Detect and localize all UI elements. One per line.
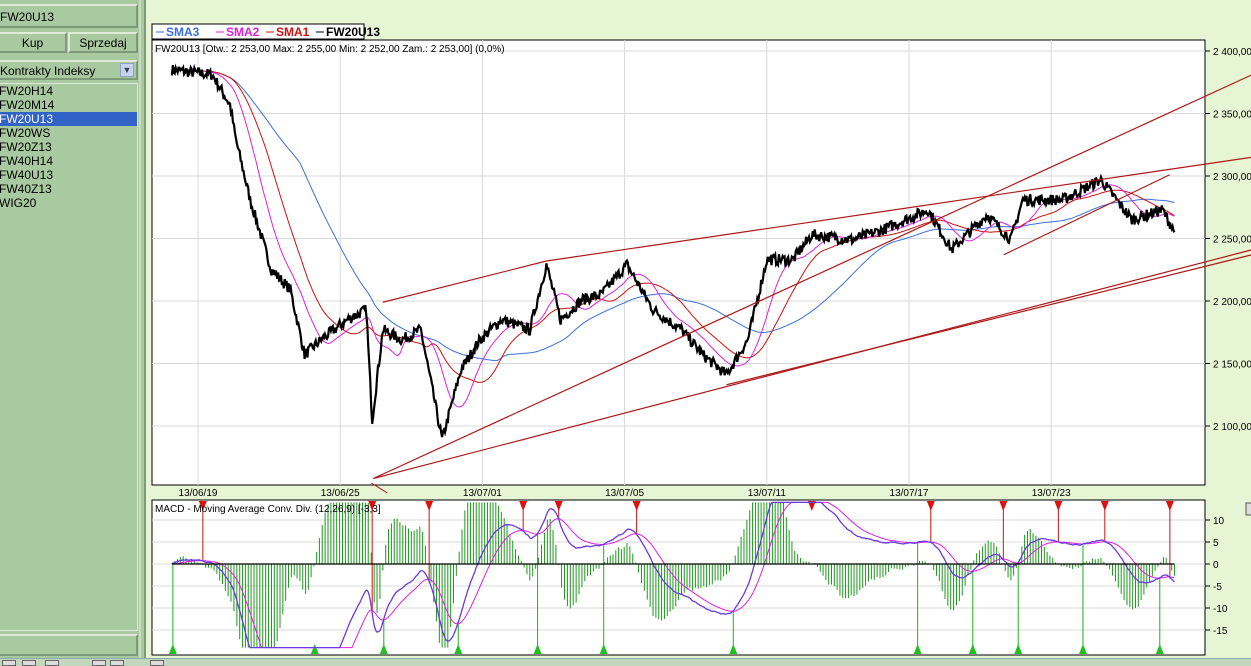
panel-close-button[interactable] — [1245, 502, 1251, 516]
x-tick-label: 13/07/17 — [890, 488, 929, 499]
buy-button[interactable]: Kup — [0, 32, 67, 53]
toolbar-button[interactable] — [92, 660, 106, 666]
chart-area: SMA3 SMA2 SMA1 FW20U13 2 400,00 2 350,00 2 300… — [144, 0, 1251, 658]
x-tick-label: 13/07/01 — [463, 488, 502, 499]
macd-title: MACD - Moving Average Conv. Div. (12,26,… — [155, 504, 381, 515]
toolbar-button[interactable] — [150, 660, 164, 666]
chart-canvas[interactable]: SMA3 SMA2 SMA1 FW20U13 2 400,00 2 350,00 2 300… — [146, 0, 1251, 658]
macd-tick-label: 0 — [1213, 560, 1219, 571]
sell-button[interactable]: Sprzedaj — [68, 32, 138, 53]
instrument-item[interactable]: FW20WS — [0, 126, 137, 140]
instrument-title: FW20U13 — [0, 4, 138, 28]
legend-item: SMA2 — [226, 25, 260, 39]
bottom-toolbar — [0, 658, 1251, 666]
y-tick-label: 2 200,00 — [1213, 297, 1251, 308]
y-tick-label: 2 150,00 — [1213, 360, 1251, 371]
price-info: FW20U13 [Otw.: 2 253,00 Max: 2 255,00 Mi… — [155, 44, 505, 55]
y-tick-label: 2 350,00 — [1213, 110, 1251, 121]
legend-item: SMA3 — [166, 25, 200, 39]
x-tick-label: 13/06/25 — [321, 488, 360, 499]
macd-tick-label: -5 — [1213, 582, 1222, 593]
category-value: Kontrakty Indeksy — [0, 64, 96, 78]
price-plot-area — [151, 39, 1206, 486]
x-tick-label: 13/07/05 — [605, 488, 644, 499]
chevron-down-icon[interactable]: ▼ — [120, 63, 134, 77]
instrument-panel: FW20U13 Kup Sprzedaj Kontrakty Indeksy ▼ … — [0, 0, 141, 658]
instrument-item[interactable]: WIG20 — [0, 196, 137, 210]
panel-footer — [0, 634, 138, 656]
legend-item: FW20U13 — [326, 25, 380, 39]
y-tick-label: 2 300,00 — [1213, 172, 1251, 183]
instrument-item[interactable]: FW40H14 — [0, 154, 137, 168]
toolbar-button[interactable] — [110, 660, 124, 666]
toolbar-button[interactable] — [45, 660, 59, 666]
legend: SMA3 SMA2 SMA1 FW20U13 — [151, 23, 380, 40]
category-select[interactable]: Kontrakty Indeksy ▼ — [0, 60, 138, 80]
y-tick-label: 2 250,00 — [1213, 235, 1251, 246]
x-tick-label: 13/07/23 — [1032, 488, 1071, 499]
instrument-item[interactable]: FW40Z13 — [0, 182, 137, 196]
toolbar-button[interactable] — [2, 660, 16, 666]
macd-tick-label: -10 — [1213, 604, 1228, 615]
macd-tick-label: 5 — [1213, 538, 1219, 549]
y-tick-label: 2 400,00 — [1213, 47, 1251, 58]
x-tick-label: 13/06/19 — [179, 488, 218, 499]
instrument-item[interactable]: FW20Z13 — [0, 140, 137, 154]
legend-item: SMA1 — [276, 25, 310, 39]
instrument-item[interactable]: FW40U13 — [0, 168, 137, 182]
instrument-list[interactable]: FW20H14 FW20M14 FW20U13 FW20WS FW20Z13 FW40H1… — [0, 83, 138, 631]
y-tick-label: 2 100,00 — [1213, 422, 1251, 433]
instrument-item[interactable]: FW20U13 — [0, 112, 137, 126]
instrument-item[interactable]: FW20M14 — [0, 98, 137, 112]
macd-tick-label: -15 — [1213, 626, 1228, 637]
macd-tick-label: 10 — [1213, 516, 1225, 527]
toolbar-button[interactable] — [22, 660, 36, 666]
instrument-item[interactable]: FW20H14 — [0, 84, 137, 98]
x-tick-label: 13/07/11 — [748, 488, 787, 499]
